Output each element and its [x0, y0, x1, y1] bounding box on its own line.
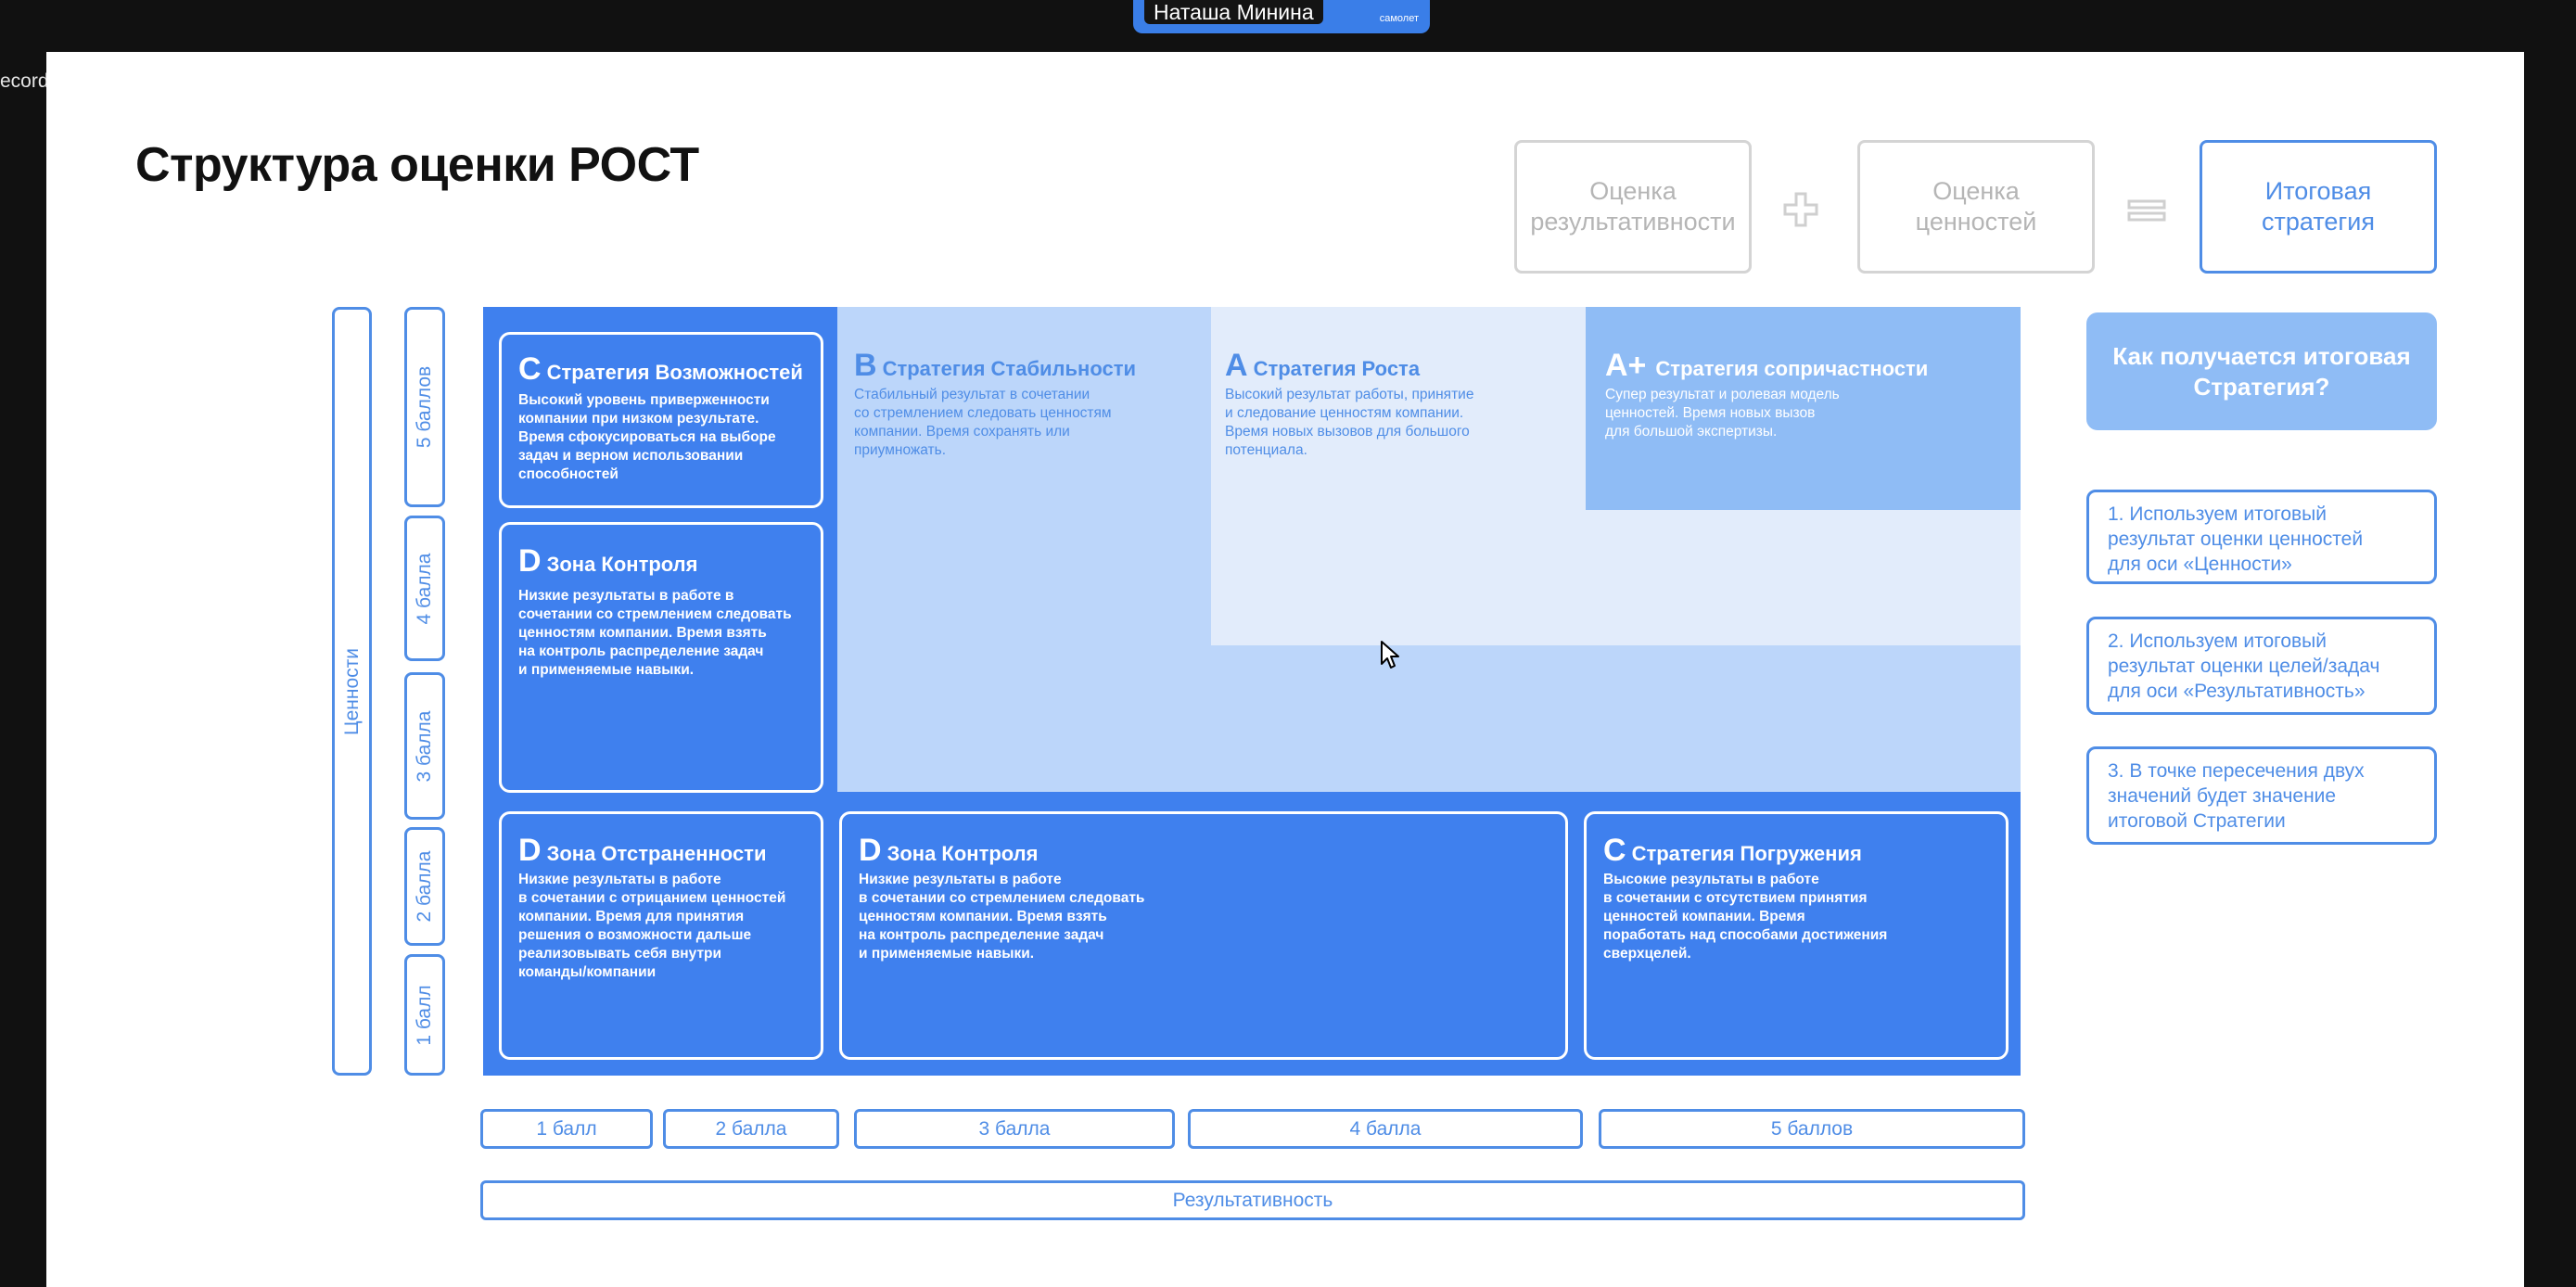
zone-description: Высокий уровень приверженности компании …: [518, 392, 776, 482]
formula-performance-box: Оценка результативности: [1514, 140, 1752, 274]
zone-letter: D: [859, 833, 882, 868]
x-tick-1: 1 балл: [480, 1109, 653, 1149]
zone-title: Зона Контроля: [886, 842, 1039, 865]
x-tick-2: 2 балла: [663, 1109, 839, 1149]
zone-title: Стратегия Погружения: [1631, 842, 1862, 865]
y-tick-label: 3 балла: [414, 710, 435, 782]
slide-title: Структура оценки РОСТ: [135, 138, 699, 192]
step-1: 1. Используем итоговый результат оценки …: [2086, 490, 2437, 584]
y-tick-label: 2 балла: [414, 850, 435, 923]
strategy-matrix: C Стратегия Возможностей Высокий уровень …: [483, 307, 2021, 1076]
speaker-name-tag: Наташа Минина самолет: [1133, 0, 1430, 33]
mouse-cursor-icon: [1381, 641, 1399, 669]
plus-icon: [1783, 192, 1818, 227]
y-tick-4: 4 балла: [404, 516, 445, 661]
y-axis-label: Ценности: [340, 647, 363, 735]
x-axis-label: Результативность: [480, 1180, 2025, 1220]
shared-slide: Структура оценки РОСТ Оценка результатив…: [46, 52, 2524, 1287]
zone-b-stability: B Стратегия Стабильности Стабильный резул…: [854, 348, 1197, 460]
zone-letter: C: [518, 351, 542, 387]
zone-letter: D: [518, 833, 542, 868]
y-tick-3: 3 балла: [404, 672, 445, 820]
zone-aplus-belonging: A+ Стратегия сопричастности Супер результ…: [1605, 348, 2004, 441]
x-tick-5: 5 баллов: [1599, 1109, 2025, 1149]
zone-description: Стабильный результат в сочетании со стре…: [854, 387, 1112, 458]
x-tick-3: 3 балла: [854, 1109, 1175, 1149]
brand-logo: самолет: [1379, 13, 1419, 24]
zone-description: Низкие результаты в работе в сочетании с…: [518, 872, 786, 980]
zone-letter: B: [854, 348, 877, 383]
formula-final-strategy-box: Итоговая стратегия: [2200, 140, 2437, 274]
zone-title: Стратегия Роста: [1253, 357, 1421, 380]
zone-description: Низкие результаты в работе в сочетании с…: [518, 588, 792, 678]
step-3: 3. В точке пересечения двух значений буд…: [2086, 746, 2437, 845]
zone-title: Стратегия Возможностей: [546, 361, 803, 384]
zone-d-detachment: D Зона Отстраненности Низкие результаты в…: [499, 811, 823, 1060]
zone-title: Стратегия Стабильности: [882, 357, 1137, 380]
zone-letter: D: [518, 543, 542, 579]
zone-title: Стратегия сопричастности: [1655, 357, 1929, 380]
y-tick-label: 4 балла: [414, 553, 435, 624]
zone-letter: A+: [1605, 348, 1647, 383]
y-tick-1: 1 балл: [404, 954, 445, 1076]
zone-description: Высокий результат работы, принятие и сле…: [1225, 387, 1474, 458]
zone-c-immersion: C Стратегия Погружения Высокие результаты…: [1584, 811, 2009, 1060]
y-tick-5: 5 баллов: [404, 307, 445, 507]
formula-values-box: Оценка ценностей: [1857, 140, 2095, 274]
x-tick-4: 4 балла: [1188, 1109, 1583, 1149]
zone-d-control-left: D Зона Контроля Низкие результаты в работ…: [499, 522, 823, 793]
y-axis-pill: Ценности: [332, 307, 372, 1076]
y-tick-label: 5 баллов: [414, 365, 435, 449]
how-strategy-heading: Как получается итоговая Стратегия?: [2086, 312, 2437, 430]
zone-description: Супер результат и ролевая модель ценност…: [1605, 387, 1840, 440]
zone-c-opportunities: C Стратегия Возможностей Высокий уровень …: [499, 332, 823, 508]
zone-title: Зона Контроля: [546, 553, 698, 576]
step-2: 2. Используем итоговый результат оценки …: [2086, 617, 2437, 715]
y-tick-2: 2 балла: [404, 827, 445, 946]
zone-letter: A: [1225, 348, 1248, 383]
zone-a-growth: A Стратегия Роста Высокий результат работ…: [1225, 348, 1568, 460]
zone-title: Зона Отстраненности: [546, 842, 767, 865]
zone-description: Низкие результаты в работе в сочетании с…: [859, 872, 1145, 962]
zone-description: Высокие результаты в работе в сочетании …: [1603, 872, 1888, 962]
equals-icon: [2127, 199, 2166, 222]
zone-d-control-bottom: D Зона Контроля Низкие результаты в работ…: [839, 811, 1568, 1060]
y-tick-label: 1 балл: [414, 984, 435, 1046]
speaker-name: Наташа Минина: [1144, 0, 1323, 24]
zone-letter: C: [1603, 833, 1626, 868]
